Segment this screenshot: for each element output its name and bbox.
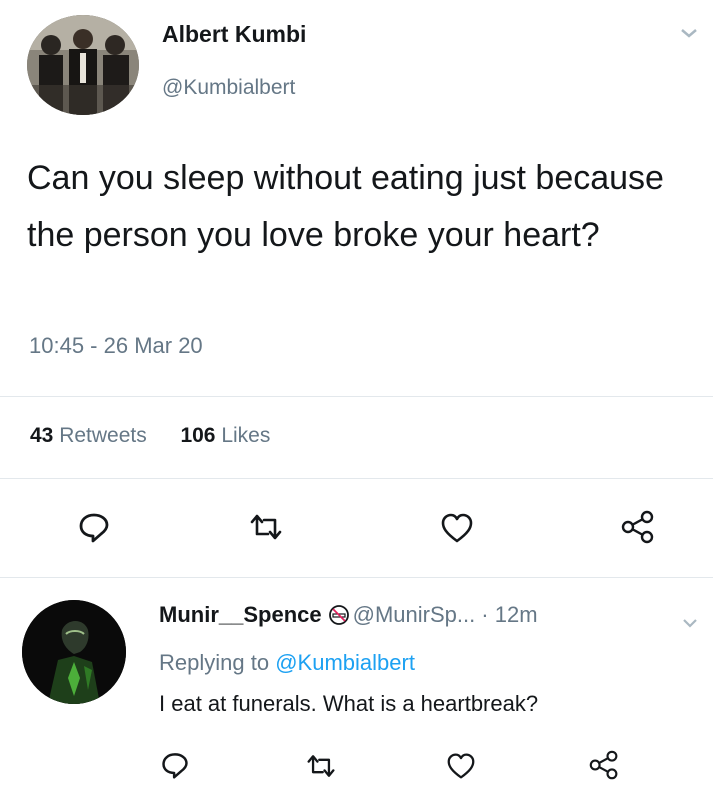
divider bbox=[0, 577, 713, 578]
reply-author-avatar[interactable] bbox=[22, 600, 126, 704]
share-icon[interactable] bbox=[620, 510, 656, 544]
tweet-stats: 43 Retweets 106 Likes bbox=[30, 424, 270, 448]
share-icon[interactable] bbox=[588, 750, 620, 780]
like-icon[interactable] bbox=[440, 512, 474, 544]
replying-prefix: Replying to bbox=[159, 650, 270, 675]
main-tweet: Albert Kumbi @Kumbialbert Can you sleep … bbox=[0, 0, 713, 575]
reply-icon[interactable] bbox=[77, 510, 111, 544]
like-count[interactable]: 106 bbox=[180, 424, 215, 447]
divider bbox=[0, 396, 713, 397]
tweet-timestamp[interactable]: 10:45 - 26 Mar 20 bbox=[29, 333, 203, 359]
tweet-text: Can you sleep without eating just becaus… bbox=[27, 159, 664, 254]
reply-author-name[interactable]: Munir__Spence bbox=[159, 602, 322, 627]
chevron-down-icon[interactable] bbox=[679, 26, 699, 40]
reply-text: I eat at funerals. What is a heartbreak? bbox=[159, 691, 539, 716]
replying-mention-link[interactable]: @Kumbialbert bbox=[275, 650, 415, 675]
retweet-icon[interactable] bbox=[305, 751, 337, 781]
retweet-icon[interactable] bbox=[248, 510, 284, 544]
no-smoking-icon bbox=[328, 604, 350, 632]
reply-icon[interactable] bbox=[160, 750, 190, 780]
retweet-label[interactable]: Retweets bbox=[59, 424, 147, 447]
author-avatar[interactable] bbox=[27, 15, 139, 115]
reply-tweet[interactable]: Munir__Spence @MunirSp... · 12m Replying … bbox=[0, 580, 713, 800]
author-name[interactable]: Albert Kumbi bbox=[162, 21, 306, 48]
like-icon[interactable] bbox=[446, 752, 476, 780]
divider bbox=[0, 478, 713, 479]
replying-to: Replying to @Kumbialbert bbox=[159, 650, 415, 676]
reply-handle-time[interactable]: @MunirSp... · 12m bbox=[353, 602, 538, 627]
chevron-down-icon[interactable] bbox=[682, 616, 698, 628]
like-label[interactable]: Likes bbox=[221, 424, 270, 447]
retweet-count[interactable]: 43 bbox=[30, 424, 53, 447]
reply-header: Munir__Spence @MunirSp... · 12m bbox=[159, 602, 538, 632]
author-handle[interactable]: @Kumbialbert bbox=[162, 76, 295, 100]
